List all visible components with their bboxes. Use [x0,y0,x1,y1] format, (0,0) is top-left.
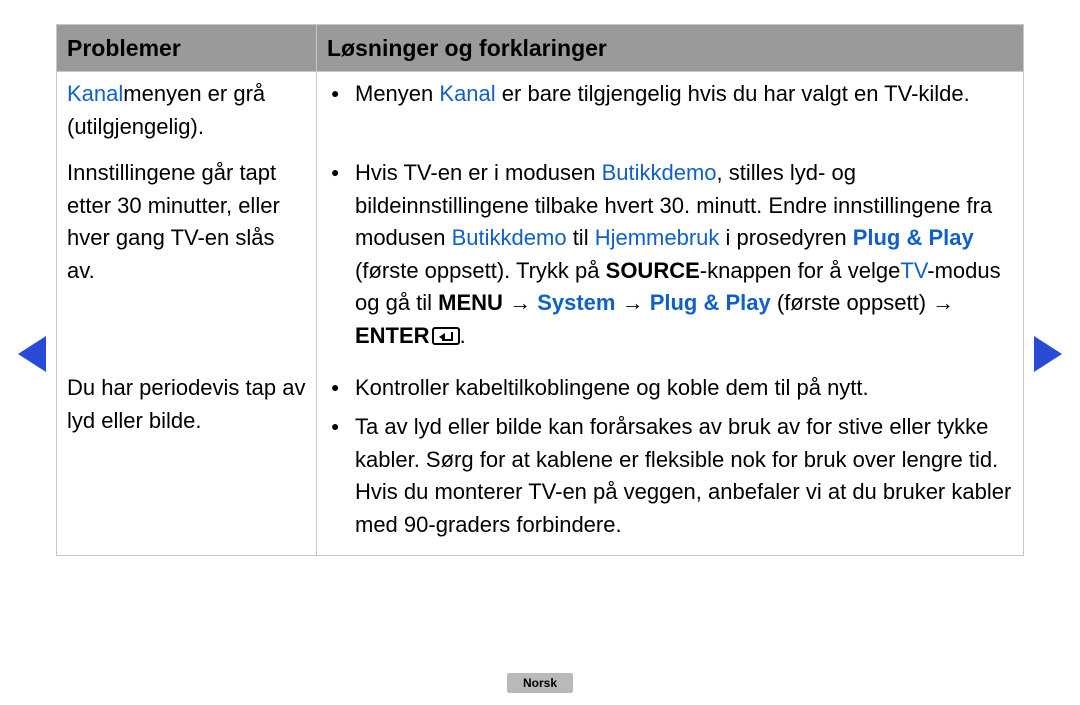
text-segment: Hvis TV-en er i modusen [355,160,602,185]
solution-list: Hvis TV-en er i modusen Butikkdemo, stil… [327,157,1013,352]
text-segment: Kanal [439,81,495,106]
problem-cell: Kanalmenyen er grå (utilgjengelig). [57,72,317,152]
table-row: Kanalmenyen er grå (utilgjengelig). Menye… [57,72,1024,152]
enter-icon [432,327,460,345]
text-segment: Kanal [67,81,123,106]
text-segment: er bare tilgjengelig hvis du har valgt e… [496,81,970,106]
text-segment: → [503,290,537,315]
text-segment: (første oppsett). Trykk på [355,258,606,283]
solution-item: Hvis TV-en er i modusen Butikkdemo, stil… [327,157,1013,352]
text-segment: → [615,290,649,315]
text-segment: Du har periodevis tap av lyd eller bilde… [67,375,305,433]
text-segment: Butikkdemo [602,160,717,185]
text-segment: Hjemmebruk [595,225,720,250]
text-segment: SOURCE [606,258,700,283]
header-problems: Problemer [57,25,317,72]
text-segment: ENTER [355,323,430,348]
solution-item: Ta av lyd eller bilde kan forårsakes av … [327,411,1013,541]
next-page-arrow-icon[interactable] [1034,336,1062,372]
solution-cell: Kontroller kabeltilkoblingene og koble d… [317,366,1024,555]
solution-list: Menyen Kanal er bare tilgjengelig hvis d… [327,78,1013,111]
prev-page-arrow-icon[interactable] [18,336,46,372]
solution-item: Menyen Kanal er bare tilgjengelig hvis d… [327,78,1013,111]
text-segment: -knappen for å velge [700,258,901,283]
text-segment: Innstillingene går tapt etter 30 minutte… [67,160,280,283]
text-segment: (første oppsett) → [771,290,954,315]
text-segment: Plug & Play [650,290,771,315]
text-segment: System [537,290,615,315]
language-badge: Norsk [507,673,573,693]
text-segment: TV [900,258,927,283]
solution-cell: Menyen Kanal er bare tilgjengelig hvis d… [317,72,1024,152]
table-row: Innstillingene går tapt etter 30 minutte… [57,151,1024,366]
table-header-row: Problemer Løsninger og forklaringer [57,25,1024,72]
text-segment: Ta av lyd eller bilde kan forårsakes av … [355,414,1011,537]
text-segment: MENU [438,290,503,315]
text-segment: . [460,323,466,348]
text-segment: Butikkdemo [452,225,567,250]
problem-cell: Innstillingene går tapt etter 30 minutte… [57,151,317,366]
solution-cell: Hvis TV-en er i modusen Butikkdemo, stil… [317,151,1024,366]
troubleshooting-table: Problemer Løsninger og forklaringer Kana… [56,24,1024,556]
solution-item: Kontroller kabeltilkoblingene og koble d… [327,372,1013,405]
text-segment: Kontroller kabeltilkoblingene og koble d… [355,375,869,400]
table-row: Du har periodevis tap av lyd eller bilde… [57,366,1024,555]
problem-cell: Du har periodevis tap av lyd eller bilde… [57,366,317,555]
solution-list: Kontroller kabeltilkoblingene og koble d… [327,372,1013,541]
text-segment: Plug & Play [853,225,974,250]
text-segment: i prosedyren [719,225,852,250]
text-segment: Menyen [355,81,439,106]
header-solutions: Løsninger og forklaringer [317,25,1024,72]
text-segment: til [567,225,595,250]
